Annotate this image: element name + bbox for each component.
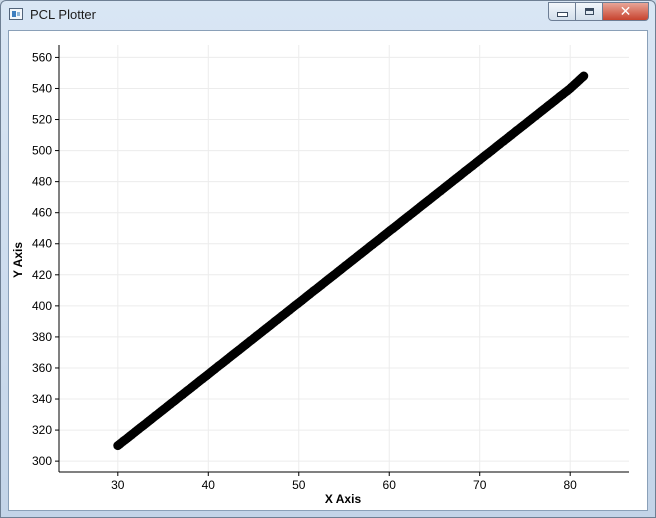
- x-tick-label: 50: [292, 478, 306, 492]
- close-button[interactable]: ✕: [603, 2, 649, 21]
- data-points: [113, 71, 589, 451]
- maximize-button[interactable]: [576, 2, 603, 21]
- y-tick-label: 480: [32, 175, 52, 189]
- y-tick-label: 420: [32, 268, 52, 282]
- y-tick-label: 300: [32, 454, 52, 468]
- y-tick-label: 320: [32, 423, 52, 437]
- y-axis-label: Y Axis: [11, 242, 25, 278]
- app-icon[interactable]: [9, 8, 23, 20]
- y-tick-label: 560: [32, 50, 52, 64]
- y-tick-label: 360: [32, 361, 52, 375]
- close-icon: ✕: [619, 3, 632, 20]
- x-axis-label: X Axis: [325, 492, 362, 506]
- minimize-button[interactable]: [548, 2, 576, 21]
- y-tick-label: 500: [32, 144, 52, 158]
- plot-area: 30 40 50 60 70 80 300 320 340 360 380 400 420 440 460 4…: [8, 30, 648, 511]
- y-tick-label: 540: [32, 81, 52, 95]
- y-tick-label: 440: [32, 237, 52, 251]
- scatter-chart: 30 40 50 60 70 80 300 320 340 360 380 400 420 440 460 4…: [11, 45, 629, 506]
- x-tick-label: 80: [564, 478, 578, 492]
- maximize-icon: [584, 8, 594, 15]
- y-tick-label: 520: [32, 113, 52, 127]
- y-tick-label: 400: [32, 299, 52, 313]
- x-tick-label: 60: [383, 478, 397, 492]
- y-tick-label: 460: [32, 206, 52, 220]
- plotter-window: PCL Plotter ✕ 30 40 50 60 70 80 300 320 340 360 38…: [0, 0, 656, 518]
- x-tick-label: 70: [473, 478, 487, 492]
- y-tick-label: 380: [32, 330, 52, 344]
- minimize-icon: [556, 12, 568, 17]
- title-bar[interactable]: PCL Plotter ✕: [1, 1, 655, 29]
- x-tick-label: 40: [202, 478, 216, 492]
- x-tick-label: 30: [111, 478, 125, 492]
- y-tick-label: 340: [32, 392, 52, 406]
- window-title: PCL Plotter: [30, 7, 96, 22]
- data-point: [579, 71, 589, 81]
